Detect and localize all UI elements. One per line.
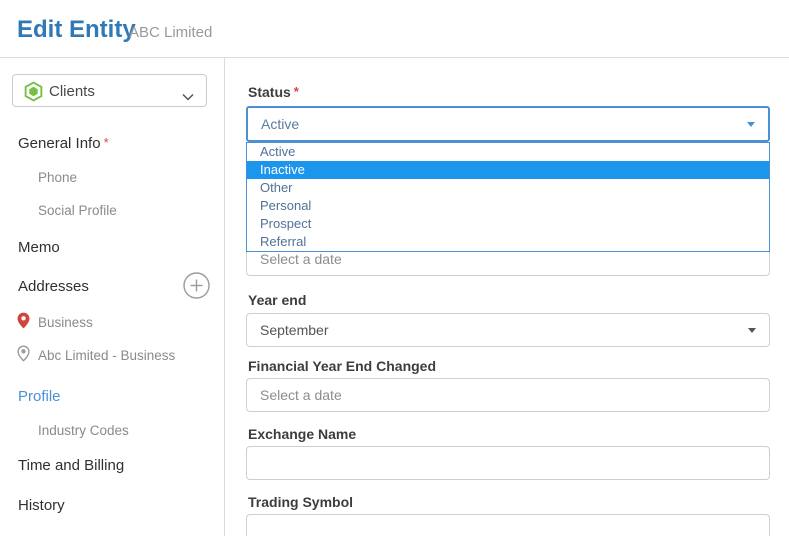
sidebar-item-label: Addresses — [18, 278, 89, 295]
sidebar-item-industry-codes[interactable]: Industry Codes — [38, 423, 129, 438]
status-option-other[interactable]: Other — [247, 179, 769, 197]
plus-icon — [183, 272, 210, 299]
select-arrow-icon — [748, 328, 756, 333]
trading-symbol-label: Trading Symbol — [248, 494, 353, 510]
year-end-label: Year end — [248, 292, 306, 308]
sidebar-item-label: History — [18, 497, 65, 514]
sidebar-item-label: Phone — [38, 170, 77, 185]
add-address-button[interactable] — [183, 272, 210, 299]
status-select[interactable]: Active — [246, 106, 770, 142]
trading-symbol-input[interactable] — [246, 514, 770, 536]
map-pin-gray-icon — [17, 345, 30, 367]
sidebar-item-label: Time and Billing — [18, 457, 124, 474]
status-option-referral[interactable]: Referral — [247, 233, 769, 251]
sidebar-item-label: Business — [38, 315, 93, 330]
sidebar-item-label: Memo — [18, 239, 60, 256]
status-select-value: Active — [261, 116, 299, 132]
sidebar-item-phone[interactable]: Phone — [38, 170, 77, 185]
sidebar-item-label: Abc Limited - Business — [38, 348, 175, 363]
entity-form: Status* Active Active Inactive Other Per… — [246, 58, 770, 536]
hexagon-icon — [23, 81, 44, 107]
sidebar: Clients General Info* Phone Social Profi… — [0, 58, 224, 536]
page-title: Edit Entity — [17, 16, 136, 44]
required-asterisk: * — [294, 84, 299, 99]
sidebar-item-addresses[interactable]: Addresses — [18, 278, 89, 295]
status-dropdown-list: Active Inactive Other Personal Prospect … — [246, 142, 770, 252]
required-asterisk: * — [104, 135, 109, 150]
exchange-name-input[interactable] — [246, 446, 770, 480]
sidebar-item-business-address[interactable]: Business — [38, 315, 93, 330]
financial-year-end-changed-input[interactable] — [246, 378, 770, 412]
status-option-active[interactable]: Active — [247, 143, 769, 161]
status-option-inactive[interactable]: Inactive — [247, 161, 769, 179]
financial-year-end-changed-label: Financial Year End Changed — [248, 358, 436, 374]
exchange-name-label: Exchange Name — [248, 426, 356, 442]
entity-type-label: Clients — [49, 83, 95, 100]
sidebar-item-label: Social Profile — [38, 203, 117, 218]
sidebar-item-label: General Info — [18, 135, 101, 152]
sidebar-item-general-info[interactable]: General Info* — [18, 135, 109, 152]
sidebar-item-time-and-billing[interactable]: Time and Billing — [18, 457, 124, 474]
status-option-prospect[interactable]: Prospect — [247, 215, 769, 233]
page-header: Edit Entity ABC Limited — [0, 0, 789, 57]
status-label: Status* — [248, 84, 299, 100]
chevron-down-icon — [182, 88, 194, 106]
sidebar-divider — [224, 58, 225, 536]
status-option-personal[interactable]: Personal — [247, 197, 769, 215]
sidebar-item-history[interactable]: History — [18, 497, 65, 514]
sidebar-item-memo[interactable]: Memo — [18, 239, 60, 256]
entity-name-subtitle: ABC Limited — [129, 24, 212, 41]
edit-entity-page: Edit Entity ABC Limited Clients General … — [0, 0, 789, 536]
map-pin-red-icon — [17, 312, 30, 334]
sidebar-item-abc-limited-business[interactable]: Abc Limited - Business — [38, 348, 175, 363]
select-arrow-icon — [747, 122, 755, 127]
entity-type-selector[interactable]: Clients — [12, 74, 207, 107]
sidebar-item-label: Industry Codes — [38, 423, 129, 438]
sidebar-item-profile[interactable]: Profile — [18, 388, 61, 405]
year-end-select[interactable]: September — [246, 313, 770, 347]
sidebar-item-social-profile[interactable]: Social Profile — [38, 203, 117, 218]
year-end-select-value: September — [260, 322, 328, 338]
sidebar-item-label: Profile — [18, 388, 61, 405]
